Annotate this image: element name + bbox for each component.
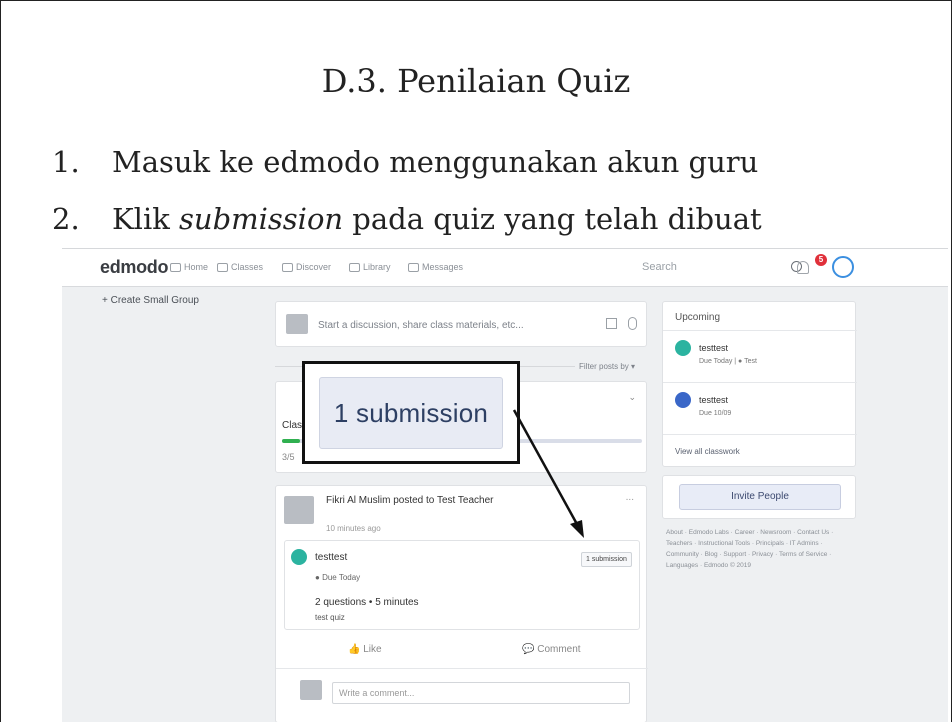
view-all-classwork-link[interactable]: View all classwork — [675, 447, 740, 456]
progress-fill — [282, 439, 300, 443]
create-small-group-link[interactable]: + Create Small Group — [102, 295, 199, 306]
nav-classes[interactable]: Classes — [217, 262, 263, 272]
composer-placeholder: Start a discussion, share class material… — [318, 320, 524, 331]
zoom-callout: 1 submission — [302, 361, 520, 464]
avatar — [300, 680, 322, 700]
quiz-icon — [675, 340, 691, 356]
more-options-icon[interactable]: ... — [626, 492, 634, 503]
post-time: 10 minutes ago — [326, 524, 381, 533]
slide-title: D.3. Penilaian Quiz — [321, 62, 631, 100]
edmodo-logo[interactable]: edmodo — [100, 257, 169, 278]
upcoming-item-due: Due 10/09 — [699, 410, 732, 417]
step-1: 1. Masuk ke edmodo menggunakan akun guru — [52, 145, 758, 179]
divider — [276, 668, 648, 669]
notification-badge: 5 — [815, 254, 827, 266]
class-count: 3/5 — [282, 452, 295, 462]
post-card: Fikri Al Muslim posted to Test Teacher 1… — [275, 485, 648, 722]
upcoming-panel: Upcoming testtest Due Today | ● Test tes… — [662, 301, 857, 467]
classes-icon — [217, 262, 228, 272]
invite-people-button[interactable]: Invite People — [679, 484, 841, 510]
nav-library-label: Library — [363, 262, 391, 272]
divider — [663, 330, 857, 331]
step-1-number: 1. — [52, 145, 80, 179]
nav-home-label: Home — [184, 262, 209, 272]
nav-messages[interactable]: Messages — [408, 262, 463, 272]
post-composer[interactable]: Start a discussion, share class material… — [275, 301, 647, 347]
avatar — [284, 496, 314, 524]
like-label: Like — [363, 644, 382, 655]
upcoming-header: Upcoming — [675, 312, 721, 323]
avatar — [286, 314, 308, 334]
user-avatar[interactable] — [832, 256, 854, 278]
filter-posts-dropdown[interactable]: Filter posts by ▾ — [579, 362, 635, 371]
comment-input[interactable]: Write a comment... — [332, 682, 630, 704]
top-navbar: edmodo Home Classes Discover Library Mes… — [62, 249, 948, 287]
messages-icon — [408, 262, 419, 272]
nav-home[interactable]: Home — [170, 262, 208, 272]
comment-label: Comment — [537, 644, 581, 655]
step-1-text: Masuk ke edmodo menggunakan akun guru — [112, 145, 759, 179]
nav-discover-label: Discover — [296, 262, 332, 272]
nav-library[interactable]: Library — [349, 262, 391, 272]
nav-classes-label: Classes — [231, 262, 264, 272]
search-placeholder: Search — [642, 261, 677, 273]
class-label: Clas — [282, 420, 303, 431]
comment-button[interactable]: 💬 Comment — [522, 644, 581, 655]
step-2-pre: Klik — [112, 202, 180, 236]
search-input[interactable]: Search — [634, 258, 802, 278]
assignment-meta: 2 questions • 5 minutes — [315, 597, 419, 608]
invite-card: Invite People — [662, 475, 856, 519]
assignment-name: testtest — [315, 552, 348, 563]
upcoming-item-due: Due Today | ● Test — [699, 358, 757, 365]
chevron-down-icon[interactable]: ⌄ — [628, 392, 636, 403]
bell-icon[interactable] — [797, 261, 809, 274]
attachment-icon[interactable] — [628, 317, 637, 330]
like-button[interactable]: 👍 Like — [348, 644, 382, 655]
assignment-card[interactable]: testtest ● Due Today 2 questions • 5 min… — [284, 540, 640, 630]
assignment-description: test quiz — [315, 613, 345, 622]
home-icon — [170, 262, 181, 272]
quiz-icon — [291, 549, 307, 565]
nav-messages-label: Messages — [422, 262, 464, 272]
library-icon — [349, 262, 360, 272]
edmodo-screenshot: edmodo Home Classes Discover Library Mes… — [62, 248, 948, 722]
upcoming-item-name: testtest — [699, 395, 729, 405]
upcoming-item-name: testtest — [699, 343, 729, 353]
image-icon[interactable] — [606, 318, 617, 329]
divider — [663, 382, 857, 383]
step-2-emphasis: submission — [179, 202, 344, 236]
assignment-due: ● Due Today — [315, 573, 361, 582]
zoomed-submission-button[interactable]: 1 submission — [319, 377, 503, 449]
assignment-due-text: Due Today — [322, 573, 361, 582]
footer-links[interactable]: About · Edmodo Labs · Career · Newsroom … — [666, 527, 854, 571]
step-2-number: 2. — [52, 202, 80, 236]
divider — [663, 434, 857, 435]
assignment-icon — [675, 392, 691, 408]
submission-button[interactable]: 1 submission — [581, 552, 632, 567]
discover-icon — [282, 262, 293, 272]
post-author: Fikri Al Muslim posted to Test Teacher — [326, 495, 494, 506]
nav-discover[interactable]: Discover — [282, 262, 331, 272]
step-2-post: pada quiz yang telah dibuat — [343, 202, 762, 236]
step-2: 2. Klik submission pada quiz yang telah d… — [52, 202, 762, 236]
